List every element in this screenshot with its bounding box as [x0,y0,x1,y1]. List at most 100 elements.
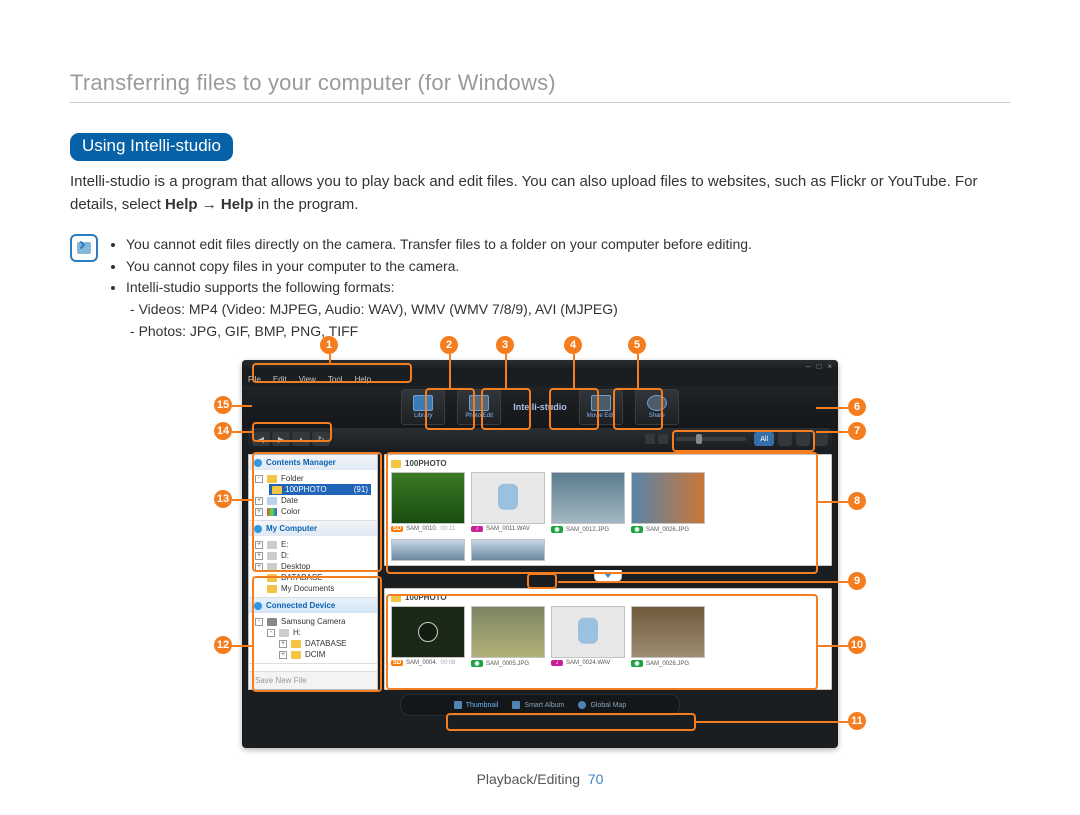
intelli-studio-window: – □ × File Edit View Tool Help Library P… [242,360,838,748]
save-new-file-button[interactable]: Save New File [249,671,377,689]
file-thumb[interactable]: ◉SAM_0005.JPG [471,606,545,667]
callout-10: 10 [848,636,866,654]
drive-item[interactable]: My Documents [267,583,371,594]
drive-label: DATABASE [281,573,323,582]
splitter-handle[interactable] [594,570,622,582]
file-thumb[interactable] [471,539,545,561]
note-item: You cannot copy files in your computer t… [126,256,752,278]
drive-label: My Documents [281,584,334,593]
toolbar-icon-3[interactable] [814,432,828,446]
file-thumb[interactable]: SDSAM_0004.00:08 [391,606,465,667]
note-subitem: Videos: MP4 (Video: MJPEG, Audio: WAV), … [130,299,752,321]
file-name: SAM_0026.JPG [646,661,689,667]
camera-icon [267,618,277,626]
tab-thumbnail[interactable]: Thumbnail [454,701,499,709]
toolbar-icon-2[interactable] [796,432,810,446]
nav-back-button[interactable]: ◀ [252,432,270,446]
drive-icon [267,552,277,560]
nav-up-button[interactable]: ▲ [292,432,310,446]
library-mode-button[interactable]: Library [401,389,445,425]
audio-tag-icon: ♪ [551,660,563,666]
top-pane: 100PHOTO SDSAM_0010.00:11 ♪SAM_0011.WAV … [384,454,832,566]
save-new-label: Save New File [255,676,307,685]
callout-7: 7 [848,422,866,440]
file-thumb[interactable]: SDSAM_0010.00:11 [391,472,465,533]
help-keyword-1: Help [165,196,198,213]
section-icon [254,459,262,467]
intro-paragraph: Intelli-studio is a program that allows … [70,171,1010,216]
tree-folder-root[interactable]: -Folder [255,473,371,484]
device-folder-label: DCIM [305,650,325,659]
view-tabs: Thumbnail Smart Album Global Map [400,694,680,716]
share-mode-button[interactable]: Share [635,389,679,425]
file-thumb[interactable]: ♪SAM_0024.WAV [551,606,625,667]
minimize-icon[interactable]: – [806,362,810,371]
toolbar-icon-1[interactable] [778,432,792,446]
file-thumb[interactable] [391,539,465,561]
tree-date[interactable]: +Date [255,495,371,506]
file-thumb[interactable]: ◉SAM_0012.JPG [551,472,625,533]
tab-global-map[interactable]: Global Map [578,701,626,709]
menu-help[interactable]: Help [355,375,371,384]
menu-tool[interactable]: Tool [328,375,343,384]
nav-cluster: ◀ ▶ ▲ ↻ [252,432,330,446]
menu-edit[interactable]: Edit [273,375,287,384]
device-folder[interactable]: +DCIM [279,649,371,660]
maximize-icon[interactable]: □ [816,362,821,371]
nav-forward-button[interactable]: ▶ [272,432,290,446]
photo-tag-icon: ◉ [631,526,643,533]
menu-view[interactable]: View [299,375,316,384]
callout-11: 11 [848,712,866,730]
section-icon [254,525,262,533]
menubar[interactable]: File Edit View Tool Help [242,372,838,386]
drive-item[interactable]: DATABASE [267,572,371,583]
toolbar: ◀ ▶ ▲ ↻ All [248,428,832,450]
file-thumb[interactable]: ◉SAM_0026.JPG [631,472,705,533]
tab-smart-album[interactable]: Smart Album [512,701,564,709]
photo-edit-label: Photo Edit [465,413,493,419]
file-name: SAM_0004. [406,660,437,666]
thumbnail-size-slider[interactable] [676,437,746,441]
page-footer: Playback/Editing 70 [0,771,1080,787]
file-name: SAM_0024.WAV [566,660,610,666]
note-subitem: Photos: JPG, GIF, BMP, PNG, TIFF [130,321,752,343]
section-icon [254,602,262,610]
device-drive[interactable]: -H: [267,627,371,638]
callout-8: 8 [848,492,866,510]
filter-all-button[interactable]: All [754,432,774,446]
mode-row: Library Photo Edit Intelli-studio Movie … [242,386,838,428]
thumbs-bottom: SDSAM_0004.00:08 ◉SAM_0005.JPG ♪SAM_0024… [391,606,825,667]
menu-file[interactable]: File [248,375,261,384]
folder-icon [291,640,301,648]
tree-color[interactable]: +Color [255,506,371,517]
bottom-pane: 100PHOTO SDSAM_0004.00:08 ◉SAM_0005.JPG … [384,588,832,690]
connected-device-header: Connected Device [249,598,377,613]
folder-icon [391,594,401,602]
view-grid-buttons[interactable] [645,434,668,444]
splitter[interactable] [384,570,832,584]
section-badge: Using Intelli-studio [70,133,233,161]
close-icon[interactable]: × [827,362,832,371]
globe-icon [578,701,586,709]
nav-refresh-button[interactable]: ↻ [312,432,330,446]
photo-edit-mode-button[interactable]: Photo Edit [457,389,501,425]
note-item: You cannot edit files directly on the ca… [126,234,752,256]
file-thumb[interactable]: ♪SAM_0011.WAV [471,472,545,533]
smart-album-icon [512,701,520,709]
device-folder[interactable]: +DATABASE [279,638,371,649]
movie-edit-mode-button[interactable]: Movie Edit [579,389,623,425]
intro-tail: in the program. [253,196,358,213]
palette-icon [267,508,277,516]
drive-item[interactable]: +Desktop [255,561,371,572]
device-root[interactable]: -Samsung Camera [255,616,371,627]
file-name: SAM_0012.JPG [566,527,609,533]
photo-tag-icon: ◉ [471,660,483,667]
file-thumb[interactable]: ◉SAM_0026.JPG [631,606,705,667]
titlebar: – □ × [242,360,838,372]
window-controls[interactable]: – □ × [806,362,832,371]
file-duration: 00:08 [440,660,455,666]
drive-item[interactable]: +D: [255,550,371,561]
note-item: Intelli-studio supports the following fo… [126,277,752,299]
tree-folder-selected[interactable]: 100PHOTO(91) [269,484,371,495]
drive-item[interactable]: +E: [255,539,371,550]
